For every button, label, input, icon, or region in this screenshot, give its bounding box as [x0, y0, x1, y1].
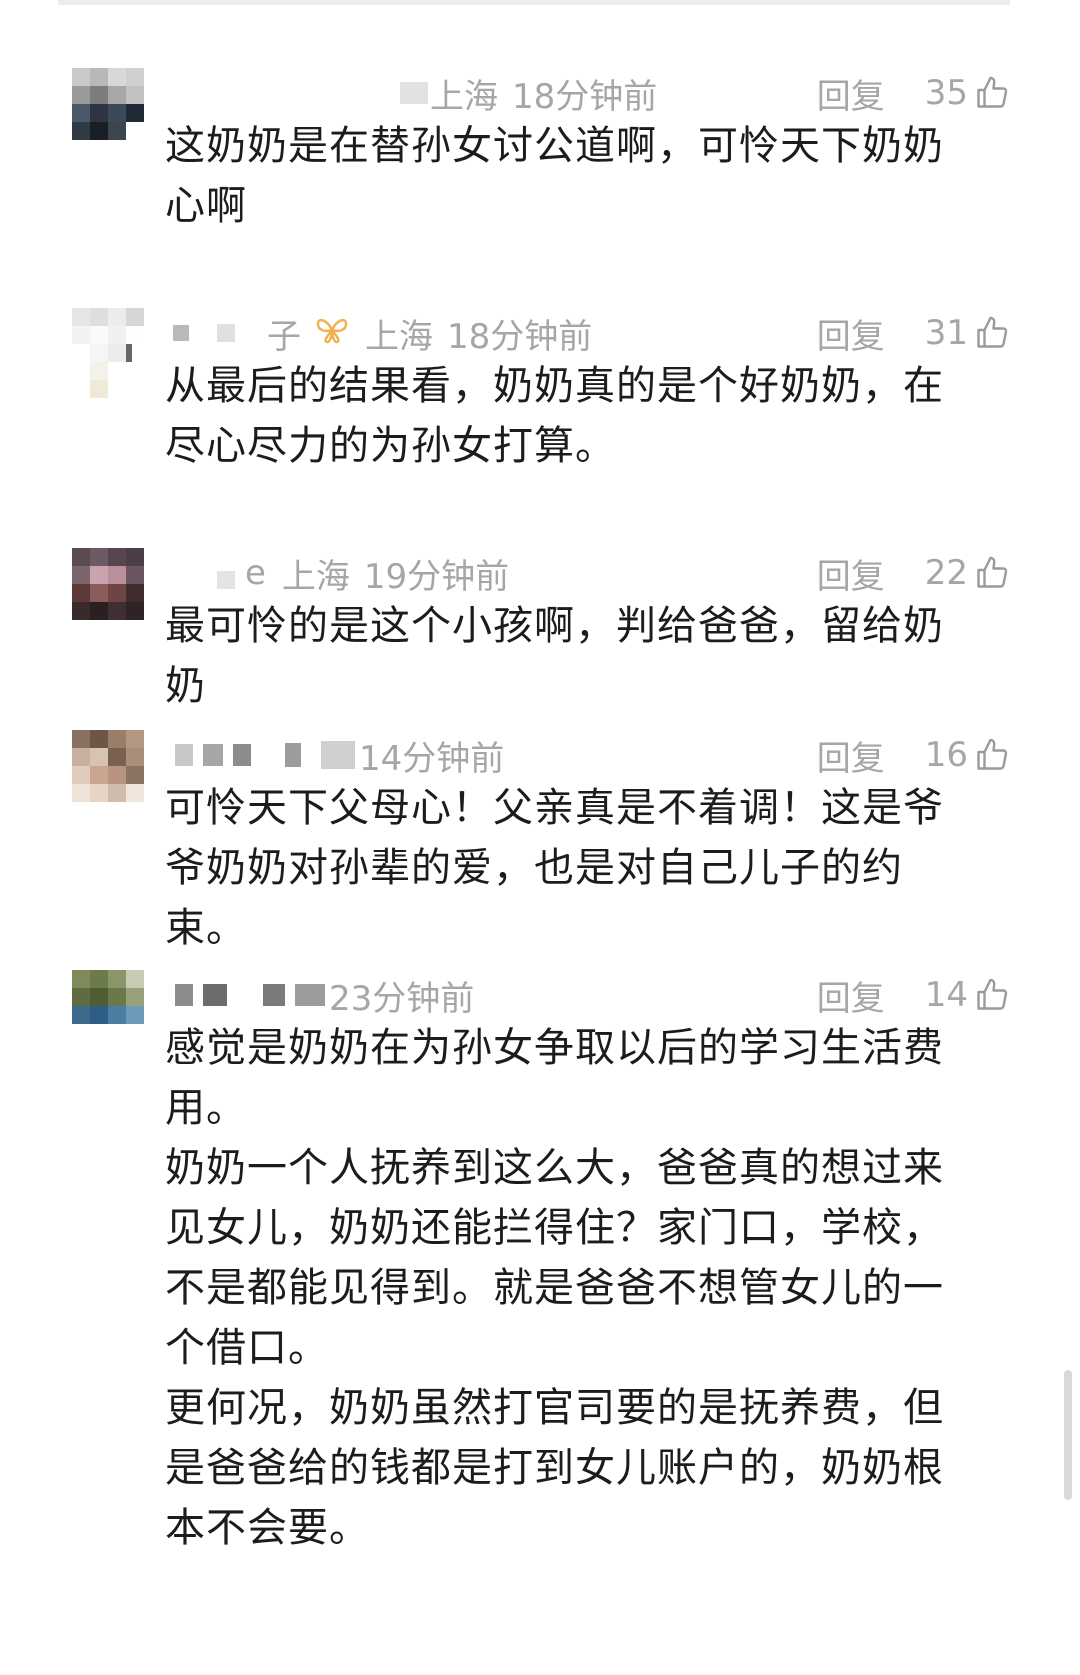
- avatar[interactable]: [72, 308, 144, 398]
- like-count: 14: [924, 975, 968, 1015]
- username-text: e: [245, 553, 266, 593]
- like-count: 22: [924, 553, 968, 593]
- thumbs-up-icon: [974, 315, 1010, 351]
- location: 上海: [430, 76, 498, 117]
- username-redacted: [203, 744, 223, 766]
- comment-paragraph: 可怜天下父母心！父亲真是不着调！这是爷爷奶奶对孙辈的爱，也是对自己儿子的约束。: [165, 785, 944, 951]
- username-redacted: [175, 744, 193, 766]
- thumbs-up-icon: [974, 75, 1010, 111]
- scrollbar[interactable]: [1064, 1370, 1072, 1500]
- reply-button[interactable]: 回复: [817, 69, 885, 118]
- avatar[interactable]: [72, 730, 144, 820]
- comment-text: 感觉是奶奶在为孙女争取以后的学习生活费用。 奶奶一个人抚养到这么大，爸爸真的想过…: [165, 1018, 975, 1558]
- location: 上海: [281, 556, 350, 597]
- username[interactable]: 子: [173, 309, 349, 358]
- thumbs-up-icon: [974, 737, 1010, 773]
- comment-paragraph: 这奶奶是在替孙女讨公道啊，可怜天下奶奶心啊: [165, 123, 944, 229]
- timestamp: 18分钟前: [447, 316, 593, 357]
- username-text: 子: [267, 316, 301, 357]
- like-button[interactable]: 35: [925, 73, 1010, 113]
- username-redacted: [217, 324, 235, 342]
- username-redacted: [285, 743, 301, 767]
- location: 上海: [365, 316, 433, 357]
- comment-meta: 23分钟前 回复 14: [165, 970, 1010, 1020]
- username-redacted: [295, 984, 325, 1006]
- avatar[interactable]: [72, 970, 144, 1060]
- username-redacted: [173, 325, 189, 341]
- comment-paragraph: 从最后的结果看，奶奶真的是个好奶奶，在尽心尽力的为孙女打算。: [165, 363, 944, 469]
- like-count: 16: [924, 735, 968, 775]
- username-redacted: [321, 741, 355, 769]
- comment-text: 这奶奶是在替孙女讨公道啊，可怜天下奶奶心啊: [165, 116, 975, 236]
- butterfly-icon: [315, 315, 349, 352]
- comment-paragraph: 奶奶一个人抚养到这么大，爸爸真的想过来见女儿，奶奶还能拦得住？家门口，学校，不是…: [165, 1145, 944, 1371]
- timestamp: 14分钟前: [359, 738, 505, 779]
- reply-button[interactable]: 回复: [817, 309, 885, 358]
- like-count: 35: [924, 73, 968, 113]
- timestamp: 18分钟前: [512, 76, 658, 117]
- comment-paragraph: 最可怜的是这个小孩啊，判给爸爸，留给奶奶: [165, 603, 944, 709]
- like-button[interactable]: 31: [925, 313, 1010, 353]
- comment-meta: 子 上海 18分钟前 回复 31: [165, 308, 1010, 358]
- reply-button[interactable]: 回复: [817, 971, 885, 1020]
- like-count: 31: [924, 313, 968, 353]
- reply-button[interactable]: 回复: [817, 549, 885, 598]
- username[interactable]: [400, 82, 428, 104]
- like-button[interactable]: 22: [925, 553, 1010, 593]
- like-button[interactable]: 16: [925, 735, 1010, 775]
- like-button[interactable]: 14: [925, 975, 1010, 1015]
- username-redacted: [400, 82, 428, 104]
- comment-text: 可怜天下父母心！父亲真是不着调！这是爷爷奶奶对孙辈的爱，也是对自己儿子的约束。: [165, 778, 975, 958]
- reply-button[interactable]: 回复: [817, 731, 885, 780]
- avatar[interactable]: [72, 68, 144, 158]
- username[interactable]: [175, 741, 355, 769]
- comment-meta: 14分钟前 回复 16: [165, 730, 1010, 780]
- comment-meta: 上海 18分钟前 回复 35: [165, 68, 1010, 118]
- username-redacted: [233, 744, 251, 766]
- username-redacted: [263, 984, 285, 1006]
- username-redacted: [203, 984, 227, 1006]
- timestamp: 23分钟前: [329, 978, 475, 1019]
- avatar[interactable]: [72, 548, 144, 638]
- comment-paragraph: 感觉是奶奶在为孙女争取以后的学习生活费用。: [165, 1025, 944, 1131]
- comment-text: 最可怜的是这个小孩啊，判给爸爸，留给奶奶: [165, 596, 975, 716]
- username-redacted: [175, 984, 193, 1006]
- top-divider: [58, 0, 1010, 5]
- timestamp: 19分钟前: [363, 556, 510, 597]
- comment-meta: e 上海 19分钟前 回复 22: [165, 548, 1010, 598]
- username[interactable]: [175, 984, 325, 1006]
- thumbs-up-icon: [974, 977, 1010, 1013]
- username[interactable]: e: [217, 553, 266, 593]
- thumbs-up-icon: [974, 555, 1010, 591]
- comment-paragraph: 更何况，奶奶虽然打官司要的是抚养费，但是爸爸给的钱都是打到女儿账户的，奶奶根本不…: [165, 1385, 944, 1551]
- comment-text: 从最后的结果看，奶奶真的是个好奶奶，在尽心尽力的为孙女打算。: [165, 356, 975, 476]
- username-redacted: [217, 571, 235, 589]
